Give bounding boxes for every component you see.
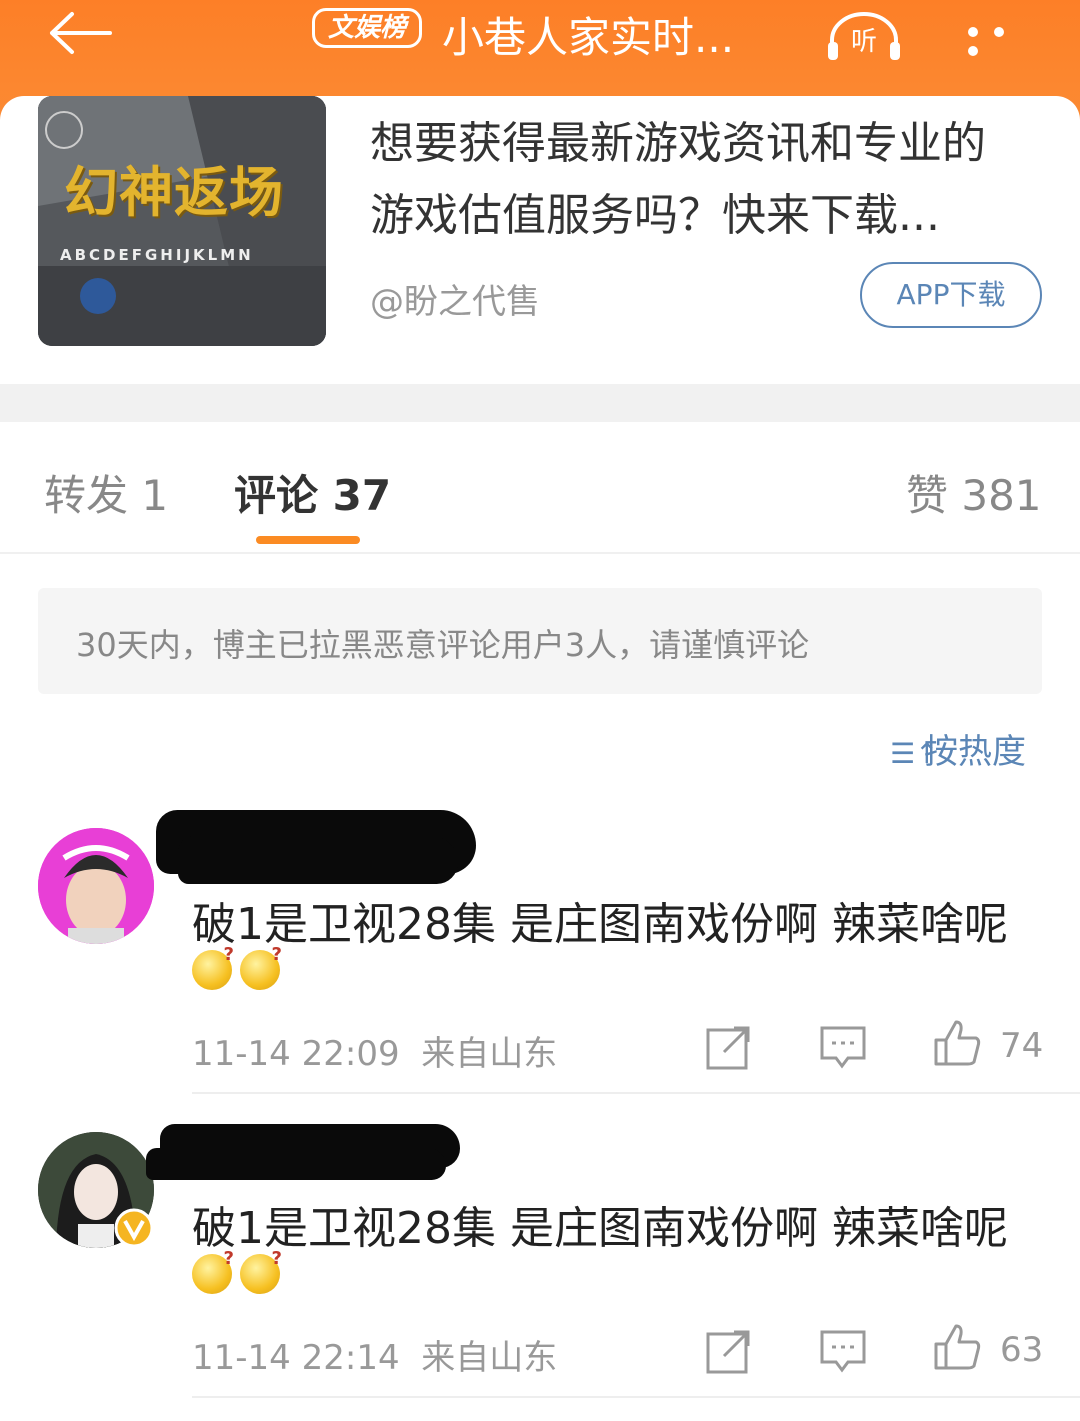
app-download-button[interactable]: APP下载 — [860, 262, 1042, 328]
redacted-username — [178, 836, 458, 884]
headphones-listen-icon[interactable]: 听 — [826, 12, 902, 62]
comment-source: 来自山东 — [421, 1034, 558, 1074]
interaction-tabs: 转发 1 评论 37 赞 381 — [0, 422, 1080, 554]
divider — [192, 1396, 1080, 1398]
like-count: 74 — [1000, 1026, 1044, 1066]
section-divider — [0, 384, 1080, 422]
thumb-title: 幻神返场 — [64, 161, 284, 224]
comment-time: 11-14 22:09 — [192, 1034, 400, 1074]
share-icon[interactable] — [704, 1022, 754, 1072]
comment-icon[interactable] — [818, 1022, 868, 1072]
notice-text: 30天内，博主已拉黑恶意评论用户3人，请谨慎评论 — [76, 626, 810, 664]
comment-text: 破1是卫视28集 是庄图南戏份啊 辣菜啥呢 — [192, 1203, 1008, 1254]
comment-meta: 11-14 22:14 来自山东 — [192, 1330, 557, 1379]
comment-source: 来自山东 — [421, 1338, 558, 1378]
comment-text: 破1是卫视28集 是庄图南戏份啊 辣菜啥呢 — [192, 899, 1008, 950]
ad-card[interactable]: 幻神返场 ABCDEFGHIJKLMN 想要获得最新游戏资讯和专业的游戏估值服务… — [0, 96, 1080, 386]
avatar-image — [38, 828, 154, 944]
tab-like[interactable]: 赞 381 — [906, 462, 1042, 523]
sort-icon: ☰↑ — [890, 737, 939, 770]
more-menu-icon[interactable] — [968, 22, 1038, 56]
ad-description[interactable]: 想要获得最新游戏资讯和专业的游戏估值服务吗？快来下载... — [370, 108, 1010, 252]
verified-badge-icon — [114, 1208, 154, 1248]
confused-emoji-icon — [240, 1248, 282, 1294]
like-icon[interactable] — [932, 1322, 982, 1372]
confused-emoji-icon — [192, 944, 234, 990]
comment-time: 11-14 22:14 — [192, 1338, 400, 1378]
back-arrow-icon[interactable] — [44, 8, 114, 58]
comment-notice: 30天内，博主已拉黑恶意评论用户3人，请谨慎评论 — [38, 588, 1042, 694]
emoji-row — [192, 1248, 288, 1298]
comment-item: 破1是卫视28集 是庄图南戏份啊 辣菜啥呢 11-14 22:14 来自山东 6… — [0, 1104, 1080, 1404]
divider — [192, 1092, 1080, 1094]
confused-emoji-icon — [240, 944, 282, 990]
sort-button[interactable]: ☰↑按热度 — [890, 724, 1026, 773]
avatar[interactable] — [38, 828, 154, 944]
tab-repost[interactable]: 转发 1 — [44, 462, 168, 523]
comment-meta: 11-14 22:09 来自山东 — [192, 1026, 557, 1075]
svg-text:听: 听 — [851, 27, 877, 57]
comment-icon[interactable] — [818, 1326, 868, 1376]
confused-emoji-icon — [192, 1248, 234, 1294]
page-title: 小巷人家实时... — [442, 13, 735, 62]
tab-comment[interactable]: 评论 37 — [234, 462, 391, 523]
like-count: 63 — [1000, 1330, 1044, 1370]
ranking-tag[interactable]: 文娱榜 — [312, 8, 422, 48]
redacted-username — [146, 1148, 446, 1180]
ad-thumbnail[interactable]: 幻神返场 ABCDEFGHIJKLMN — [38, 96, 326, 346]
sort-label: 按热度 — [924, 732, 1026, 772]
share-icon[interactable] — [704, 1326, 754, 1376]
active-tab-indicator — [256, 536, 360, 544]
comment-item: 破1是卫视28集 是庄图南戏份啊 辣菜啥呢 11-14 22:09 来自山东 7… — [0, 800, 1080, 1100]
emoji-row — [192, 944, 288, 994]
ad-author[interactable]: @盼之代售 — [370, 274, 540, 323]
thumb-letters: ABCDEFGHIJKLMN — [60, 246, 254, 264]
like-icon[interactable] — [932, 1018, 982, 1068]
